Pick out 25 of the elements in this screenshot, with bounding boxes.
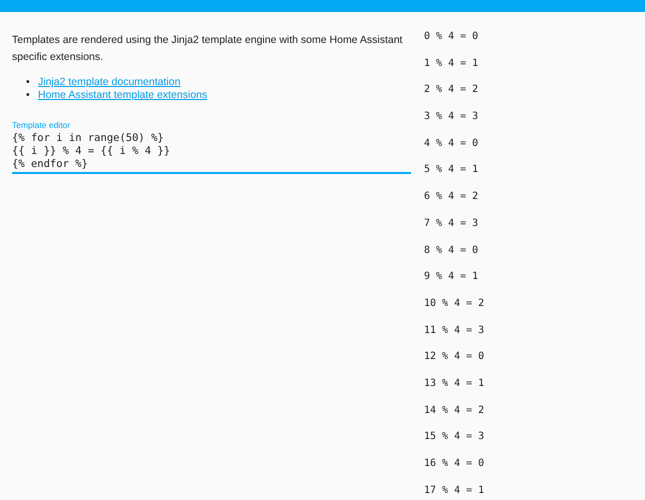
result-line: 13 % 4 = 1 bbox=[424, 376, 484, 390]
result-line: 3 % 4 = 3 bbox=[424, 110, 480, 124]
result-line: 6 % 4 = 2 bbox=[424, 190, 480, 204]
result-line: 1 % 4 = 1 bbox=[424, 56, 480, 70]
editor-label: Template editor bbox=[12, 120, 72, 130]
template-editor[interactable]: {% for i in range(50) %} {{ i }} % 4 = {{ i % 4 }} {% endfor %} bbox=[12, 132, 411, 174]
result-line: 10 % 4 = 2 bbox=[424, 296, 484, 310]
result-line: 5 % 4 = 1 bbox=[424, 163, 480, 176]
result-line: 0 % 4 = 0 bbox=[424, 30, 480, 43]
result-line: 4 % 4 = 0 bbox=[424, 136, 480, 150]
documentation-link[interactable]: Jinja2 template documentation bbox=[38, 76, 180, 88]
result-line: 2 % 4 = 2 bbox=[424, 83, 480, 96]
result-line: 17 % 4 = 1 bbox=[424, 484, 484, 497]
result-line: 15 % 4 = 3 bbox=[424, 430, 484, 444]
intro-text: Templates are rendered using the Jinja2 template engine with some Home Assistant specific extensions. bbox=[12, 33, 404, 65]
result-line: 16 % 4 = 0 bbox=[424, 457, 484, 470]
result-line: 7 % 4 = 3 bbox=[424, 216, 480, 230]
bullet: • bbox=[26, 76, 31, 89]
bullet: • bbox=[26, 89, 31, 102]
result-line: 11 % 4 = 3 bbox=[424, 324, 484, 337]
result-line: 8 % 4 = 0 bbox=[424, 244, 480, 256]
result-line: 9 % 4 = 1 bbox=[424, 270, 480, 284]
result-line: 12 % 4 = 0 bbox=[424, 350, 484, 364]
documentation-link[interactable]: Home Assistant template extensions bbox=[38, 89, 208, 101]
result-line: 14 % 4 = 2 bbox=[424, 404, 484, 417]
